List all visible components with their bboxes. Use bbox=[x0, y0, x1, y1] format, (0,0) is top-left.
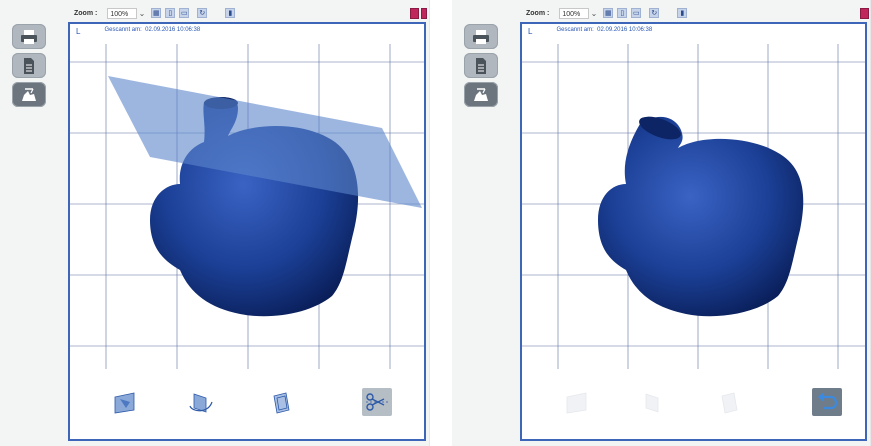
zoom-select[interactable]: 100% ⌄ bbox=[559, 7, 597, 19]
viewport-canvas bbox=[70, 44, 424, 369]
scissors-cut-button[interactable] bbox=[362, 388, 392, 416]
rotate-plane-icon bbox=[189, 393, 213, 413]
color-swatch-2[interactable] bbox=[421, 8, 427, 19]
printer-icon bbox=[21, 29, 37, 44]
model-edit-button[interactable] bbox=[464, 82, 498, 107]
free-cut-button[interactable] bbox=[266, 389, 296, 417]
rotate-plane-button-disabled bbox=[638, 389, 668, 417]
plane-cut-button-disabled bbox=[562, 389, 592, 417]
rotate-plane-button[interactable] bbox=[186, 389, 216, 417]
zoom-toolbar: Zoom : 100% ⌄ ▦ ▯ ▭ ↻ ▮ bbox=[74, 6, 236, 20]
document-icon bbox=[24, 57, 34, 74]
rotate-icon[interactable]: ↻ bbox=[197, 8, 208, 18]
free-cut-icon bbox=[273, 392, 290, 414]
right-panel: Zoom : 100% ⌄ ▦ ▯ ▭ ↻ ▮ L Gescannt am: 0… bbox=[452, 0, 871, 446]
free-cut-button-disabled bbox=[714, 389, 744, 417]
heart-model-cut bbox=[598, 116, 804, 317]
side-view-icon[interactable]: ▭ bbox=[631, 8, 642, 18]
rotate-plane-icon bbox=[645, 393, 659, 413]
scan-model-icon bbox=[474, 87, 488, 101]
report-button[interactable] bbox=[12, 53, 46, 78]
left-panel: Zoom : 100% ⌄ ▦ ▯ ▭ ↻ ▮ L Gescannt am: 0… bbox=[0, 0, 430, 446]
color-swatch[interactable] bbox=[860, 8, 869, 19]
chevron-down-icon: ⌄ bbox=[138, 8, 146, 18]
zoom-label: Zoom : bbox=[74, 9, 98, 17]
scan-model-icon bbox=[22, 87, 36, 101]
zoom-value: 100% bbox=[110, 10, 129, 18]
zoom-toolbar-2: Zoom : 100% ⌄ ▦ ▯ ▭ ↻ ▮ bbox=[526, 6, 688, 20]
print-button[interactable] bbox=[464, 24, 498, 49]
front-view-icon[interactable]: ▯ bbox=[165, 8, 176, 18]
print-button[interactable] bbox=[12, 24, 46, 49]
chevron-down-icon: ⌄ bbox=[590, 8, 598, 18]
color-swatch[interactable] bbox=[410, 8, 419, 19]
grid-view-icon[interactable]: ▦ bbox=[151, 8, 162, 18]
plane-cut-icon bbox=[114, 392, 135, 414]
free-cut-icon bbox=[721, 392, 738, 414]
model-viewport-result[interactable]: L Gescannt am: 02.09.2016 10:06:38 bbox=[520, 22, 867, 441]
trash-icon[interactable]: ▮ bbox=[225, 8, 236, 18]
viewport-canvas bbox=[522, 44, 865, 369]
grid-view-icon[interactable]: ▦ bbox=[603, 8, 614, 18]
printer-icon bbox=[473, 29, 489, 44]
model-viewport[interactable]: L Gescannt am: 02.09.2016 10:06:38 bbox=[68, 22, 426, 441]
trash-icon[interactable]: ▮ bbox=[677, 8, 688, 18]
plane-cut-icon bbox=[566, 392, 587, 414]
zoom-value: 100% bbox=[562, 10, 581, 18]
scissors-cut-icon bbox=[366, 393, 388, 411]
undo-icon bbox=[818, 392, 838, 410]
document-icon bbox=[476, 57, 486, 74]
model-edit-button[interactable] bbox=[12, 82, 46, 107]
plane-cut-button[interactable] bbox=[110, 389, 140, 417]
zoom-select[interactable]: 100% ⌄ bbox=[107, 7, 145, 19]
front-view-icon[interactable]: ▯ bbox=[617, 8, 628, 18]
report-button[interactable] bbox=[464, 53, 498, 78]
side-view-icon[interactable]: ▭ bbox=[179, 8, 190, 18]
zoom-label: Zoom : bbox=[526, 9, 550, 17]
undo-button[interactable] bbox=[812, 388, 842, 416]
rotate-icon[interactable]: ↻ bbox=[649, 8, 660, 18]
